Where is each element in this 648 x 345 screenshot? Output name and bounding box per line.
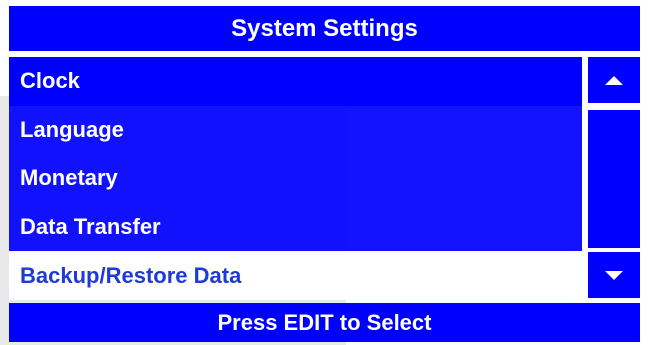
scroll-down-button[interactable]: [588, 252, 640, 298]
settings-menu-list: Clock Language Monetary Data Transfer Ba…: [9, 57, 582, 300]
scrollbar-track[interactable]: [588, 110, 640, 248]
menu-item-clock[interactable]: Clock: [9, 57, 582, 106]
scroll-up-button[interactable]: [588, 57, 640, 103]
menu-item-language[interactable]: Language: [9, 105, 582, 155]
menu-item-data-transfer[interactable]: Data Transfer: [9, 202, 582, 252]
system-settings-screen: System Settings Clock Language Monetary …: [0, 0, 648, 345]
menu-item-monetary[interactable]: Monetary: [9, 154, 582, 203]
footer-hint: Press EDIT to Select: [9, 303, 640, 342]
page-title: System Settings: [9, 6, 640, 51]
menu-item-backup-restore-data[interactable]: Backup/Restore Data: [9, 251, 582, 300]
triangle-down-icon: [605, 270, 623, 280]
triangle-up-icon: [605, 75, 623, 85]
